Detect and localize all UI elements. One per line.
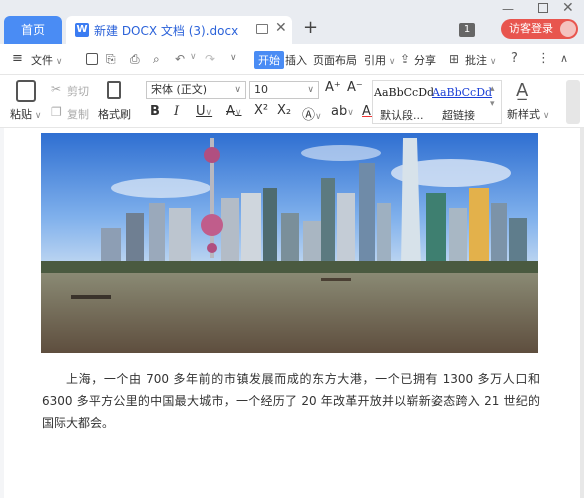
new-style-label: 新样式 [507, 108, 540, 121]
collapse-ribbon-icon[interactable]: ∧ [560, 52, 568, 65]
decrease-font-icon[interactable]: A⁻ [347, 80, 363, 95]
menu-reference[interactable]: 引用 ∨ [364, 52, 395, 68]
menu-share[interactable]: 分享 [414, 52, 436, 68]
word-doc-icon: W [75, 23, 89, 37]
menu-insert[interactable]: 插入 [285, 52, 307, 68]
export-icon[interactable]: ⎘ [106, 52, 116, 67]
undo-icon[interactable]: ↶ [175, 52, 185, 66]
maximize-icon[interactable] [538, 3, 548, 13]
window-mode-icon[interactable] [256, 24, 268, 34]
more-dropdown-icon[interactable]: ∨ [230, 53, 237, 63]
copy-icon[interactable]: ❐ [51, 105, 62, 119]
style-default-preview[interactable]: AaBbCcDd [374, 86, 434, 99]
cut-label: 剪切 [67, 85, 89, 98]
ribbon-scroll-right[interactable] [566, 80, 580, 124]
style-gallery-down-icon[interactable]: ▾ [490, 99, 495, 109]
document-image-shanghai-skyline[interactable] [41, 133, 538, 353]
document-tab-title: 新建 DOCX 文档 (3).docx [94, 24, 239, 38]
hamburger-icon[interactable]: ≡ [12, 51, 23, 66]
format-painter-label[interactable]: 格式刷 [98, 106, 131, 122]
vertical-scrollbar[interactable] [580, 128, 584, 498]
increase-font-icon[interactable]: A⁺ [325, 80, 341, 95]
close-window-icon[interactable]: ✕ [562, 0, 574, 16]
font-name-select[interactable]: 宋体 (正文) ∨ [146, 81, 246, 99]
comment-icon[interactable]: ⊞ [449, 52, 459, 66]
minimize-icon[interactable]: — [502, 2, 514, 16]
style-hyperlink-label[interactable]: 超链接 [442, 107, 475, 123]
guest-login-button[interactable]: 访客登录 [501, 19, 578, 39]
cut-icon[interactable]: ✂ [51, 82, 61, 96]
style-default-label[interactable]: 默认段... [380, 107, 424, 123]
more-options-icon[interactable]: ⋮ [537, 51, 550, 66]
avatar [560, 21, 576, 37]
paste-label: 粘贴 [10, 108, 32, 121]
copy-label: 复制 [67, 108, 89, 121]
skyline-picture [41, 133, 538, 353]
tab-home[interactable]: 首页 [4, 16, 62, 44]
menu-comment[interactable]: 批注 ∨ [465, 52, 496, 68]
text-effect-icon[interactable]: Ⓐ∨ [302, 104, 322, 123]
font-name-value: 宋体 (正文) [151, 83, 208, 96]
guest-login-label: 访客登录 [509, 22, 553, 35]
paste-button[interactable]: 粘贴 ∨ [10, 106, 41, 122]
new-style-icon[interactable]: A̲ [516, 80, 528, 101]
print-icon[interactable]: ⎙ [130, 52, 140, 67]
menu-file-label: 文件 [31, 54, 53, 67]
underline-icon[interactable]: U∨ [196, 104, 212, 119]
menu-start[interactable]: 开始 [254, 51, 284, 69]
menu-comment-label: 批注 [465, 54, 487, 67]
menu-file[interactable]: 文件 ∨ [31, 52, 62, 68]
font-size-value: 10 [254, 83, 268, 96]
new-style-button[interactable]: 新样式 ∨ [507, 106, 549, 122]
share-icon[interactable]: ⇪ [400, 52, 410, 66]
style-hyperlink-preview[interactable]: AaBbCcDd [432, 86, 492, 99]
print-preview-icon[interactable]: ⌕ [153, 52, 160, 67]
format-painter-icon[interactable] [107, 81, 121, 99]
highlight-icon[interactable]: ab∨ [331, 104, 354, 119]
superscript-icon[interactable]: X² [254, 103, 268, 118]
paste-icon[interactable] [16, 80, 36, 102]
style-gallery-up-icon[interactable]: ▴ [490, 84, 495, 94]
undo-dropdown-icon[interactable]: ∨ [190, 52, 197, 62]
tab-document[interactable]: W 新建 DOCX 文档 (3).docx ✕ [66, 16, 292, 44]
close-tab-icon[interactable]: ✕ [275, 20, 287, 36]
body-paragraph[interactable]: 上海，一个由 700 多年前的市镇发展而成的东方大港，一个已拥有 1300 多万… [42, 368, 540, 434]
new-tab-button[interactable]: + [303, 17, 318, 38]
notification-badge[interactable]: 1 [459, 23, 475, 37]
font-size-select[interactable]: 10 ∨ [249, 81, 319, 99]
bold-icon[interactable]: B [150, 104, 160, 119]
strikethrough-icon[interactable]: A∨ [226, 104, 242, 119]
menu-page-layout[interactable]: 页面布局 [313, 52, 357, 68]
italic-icon[interactable]: I [174, 104, 179, 119]
subscript-icon[interactable]: X₂ [277, 103, 291, 118]
help-icon[interactable]: ? [511, 51, 518, 66]
redo-icon[interactable]: ↷ [205, 52, 215, 66]
menu-reference-label: 引用 [364, 54, 386, 67]
save-icon[interactable] [86, 53, 98, 65]
